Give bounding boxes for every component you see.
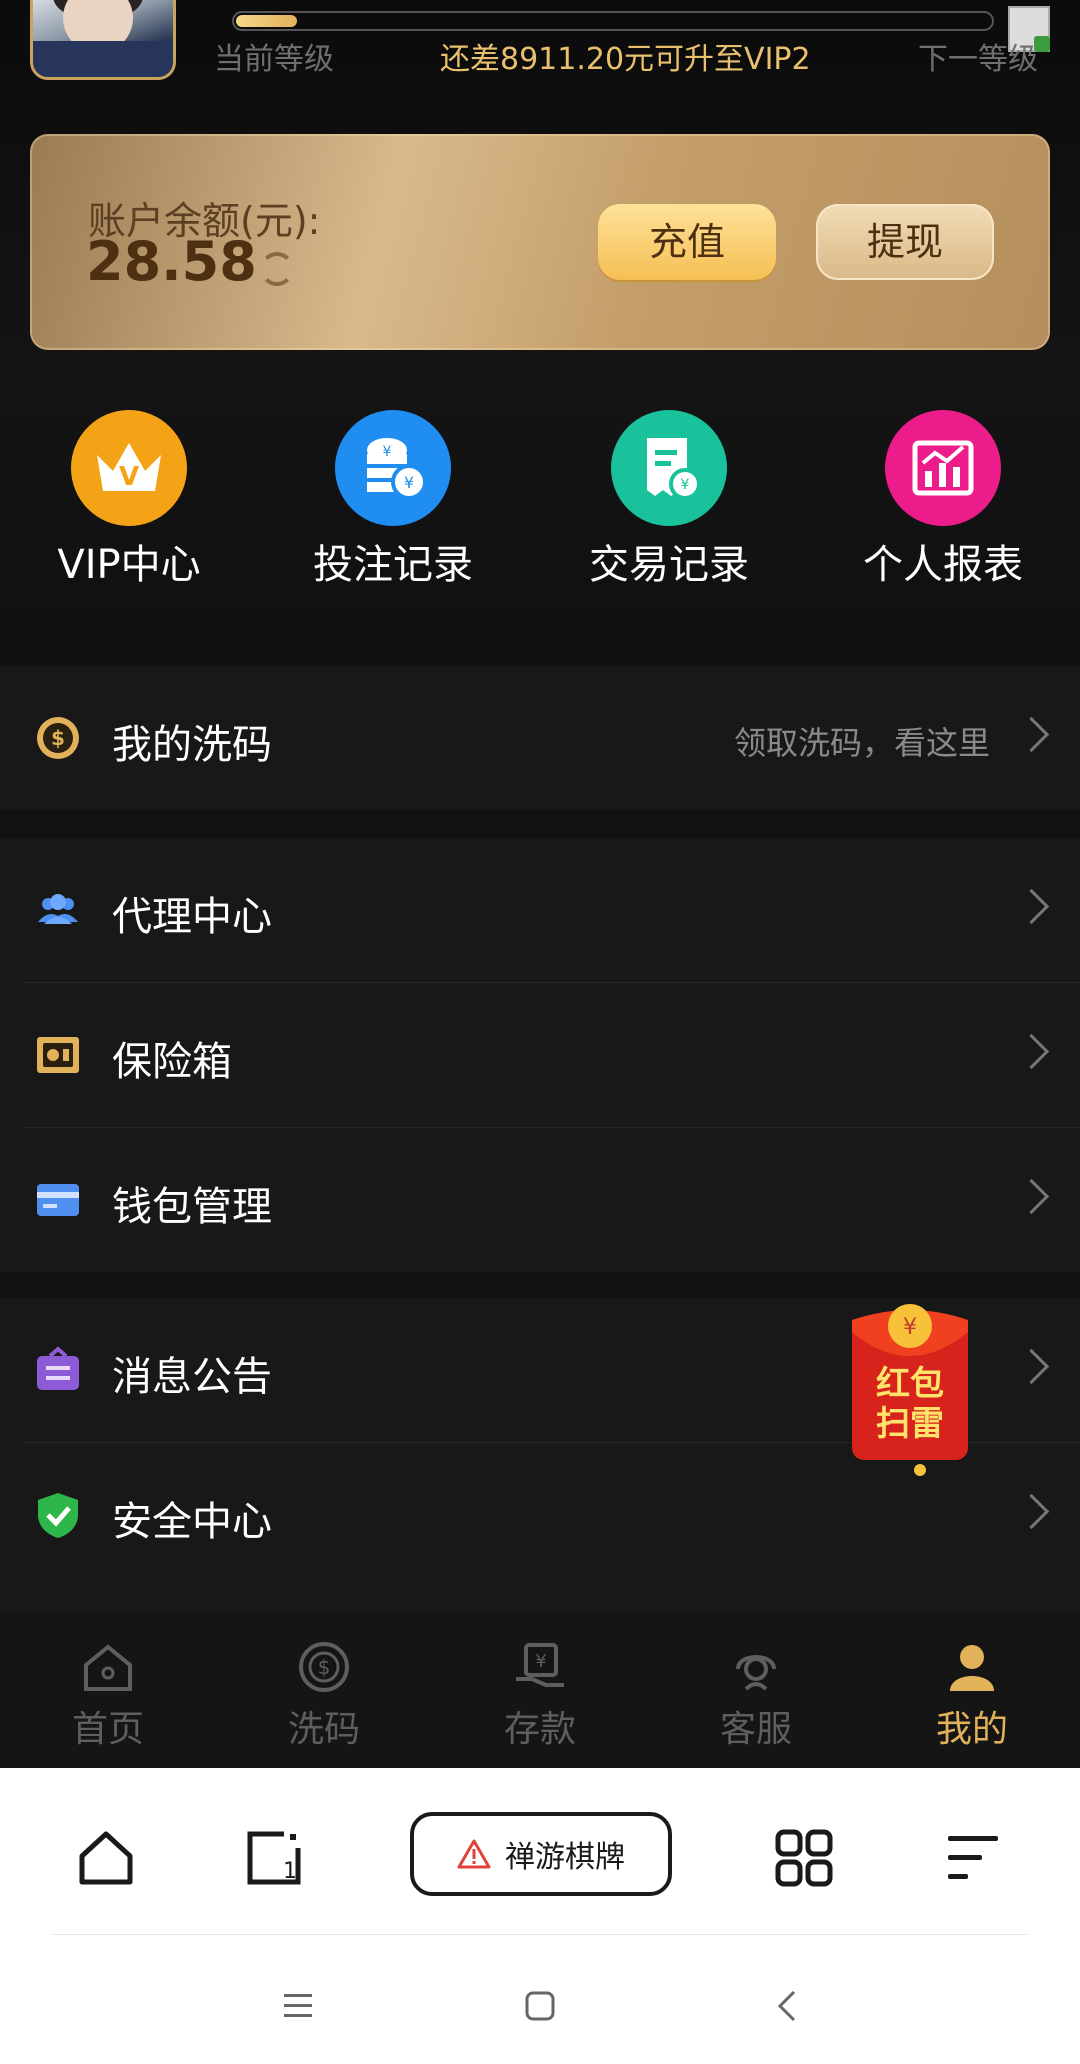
menu-item-hint: 领取洗码，看这里: [733, 724, 990, 762]
tab-support[interactable]: 客服: [676, 1638, 836, 1752]
red-packet-minesweeper-button[interactable]: ¥ 红包 扫雷: [850, 1300, 970, 1476]
deposit-icon: ¥: [516, 1643, 564, 1687]
menu-item-agent[interactable]: 代理中心: [22, 838, 1080, 983]
system-home-icon[interactable]: [522, 1988, 558, 2024]
menu-item-label: 代理中心: [112, 894, 272, 940]
tab-mine[interactable]: 我的: [892, 1638, 1052, 1752]
browser-bottom-bar: 1 禅游棋牌: [0, 1768, 1080, 2064]
menu-item-wash[interactable]: $ 我的洗码 领取洗码，看这里: [22, 666, 1080, 810]
app-screen: 当前等级 还差8911.20元可升至VIP2 下一等级 账户余额(元): 28.…: [0, 0, 1080, 1768]
shield-icon: [38, 1493, 78, 1538]
quick-link-label: VIP中心: [57, 542, 201, 588]
home-icon: [84, 1644, 132, 1691]
red-packet-line1: 红包: [876, 1364, 944, 1404]
back-icon[interactable]: [770, 1988, 806, 2024]
avatar[interactable]: [30, 0, 176, 80]
wallet-card-icon: [37, 1184, 79, 1216]
vip-progress-fill: [236, 15, 297, 27]
menu-lines-icon[interactable]: [944, 1828, 1004, 1888]
quick-link-vip[interactable]: V VIP中心: [14, 410, 244, 590]
quick-link-reports[interactable]: 个人报表: [828, 410, 1058, 590]
tab-label: 我的: [935, 1709, 1008, 1750]
quick-link-label: 个人报表: [863, 542, 1023, 588]
menu-item-label: 钱包管理: [112, 1184, 272, 1230]
menu-item-safe[interactable]: 保险箱: [22, 983, 1080, 1128]
user-icon: [950, 1645, 994, 1691]
upgrade-message: 还差8911.20元可升至VIP2: [440, 42, 811, 77]
browser-divider: [52, 1934, 1028, 1935]
warning-icon: [457, 1839, 491, 1869]
quick-link-label: 投注记录: [313, 542, 473, 588]
coin-icon: $: [37, 717, 79, 759]
receipt-icon: ¥: [611, 410, 727, 526]
tab-wash[interactable]: $ 洗码: [244, 1638, 404, 1752]
tab-label: 存款: [503, 1709, 576, 1750]
tab-label: 洗码: [287, 1709, 360, 1750]
coins-icon: ¥ ¥: [335, 410, 451, 526]
browser-home-icon[interactable]: [76, 1828, 136, 1888]
tabs-count-icon[interactable]: 1: [244, 1828, 304, 1888]
next-level-label: 下一等级: [918, 42, 1038, 77]
menu-item-label: 安全中心: [112, 1499, 272, 1545]
svg-text:¥: ¥: [535, 1651, 546, 1672]
tab-home[interactable]: 首页: [28, 1638, 188, 1752]
vip-progress-bar: [232, 11, 994, 31]
tab-label: 客服: [719, 1709, 792, 1750]
notice-bag-icon: [37, 1346, 79, 1390]
bottom-tab-bar: 首页 $ 洗码 ¥ 存款 客服 我的: [0, 1614, 1080, 1768]
chart-icon: [885, 410, 1001, 526]
refresh-icon[interactable]: [260, 252, 294, 286]
balance-card: 账户余额(元): 28.58 充值 提现: [30, 134, 1050, 350]
svg-text:¥: ¥: [681, 477, 690, 493]
site-address-pill[interactable]: 禅游棋牌: [410, 1812, 672, 1896]
balance-amount: 28.58: [86, 230, 257, 293]
tab-deposit[interactable]: ¥ 存款: [460, 1638, 620, 1752]
services-section: 代理中心 保险箱 钱包管理: [0, 838, 1080, 1272]
svg-text:¥: ¥: [383, 444, 392, 460]
people-icon: [38, 894, 78, 924]
recharge-button[interactable]: 充值: [598, 204, 776, 280]
current-level-label: 当前等级: [214, 42, 334, 77]
withdraw-button[interactable]: 提现: [816, 204, 994, 280]
chevron-right-icon: [1013, 1348, 1050, 1385]
quick-link-label: 交易记录: [589, 542, 749, 588]
menu-item-wallet[interactable]: 钱包管理: [22, 1128, 1080, 1272]
tab-label: 首页: [71, 1709, 144, 1750]
quick-link-transactions[interactable]: ¥ 交易记录: [554, 410, 784, 590]
svg-text:¥: ¥: [903, 1315, 917, 1340]
red-packet-line2: 扫雷: [876, 1404, 944, 1444]
profile-header: 当前等级 还差8911.20元可升至VIP2 下一等级 账户余额(元): 28.…: [0, 0, 1080, 662]
menu-item-label: 消息公告: [112, 1354, 272, 1400]
menu-item-label: 保险箱: [112, 1039, 232, 1085]
apps-grid-icon[interactable]: [774, 1828, 834, 1888]
svg-text:1: 1: [283, 1859, 297, 1884]
svg-text:$: $: [51, 726, 65, 750]
svg-text:V: V: [119, 462, 139, 492]
menu-item-label: 我的洗码: [112, 722, 272, 768]
crown-icon: V: [71, 410, 187, 526]
svg-text:$: $: [318, 1655, 331, 1679]
chevron-right-icon: [1013, 888, 1050, 925]
chevron-right-icon: [1013, 1178, 1050, 1215]
recent-apps-icon[interactable]: [280, 1988, 316, 2024]
safe-icon: [37, 1037, 79, 1073]
headset-icon: [736, 1655, 776, 1691]
svg-text:¥: ¥: [404, 473, 414, 492]
dollar-coin-icon: $: [299, 1642, 349, 1692]
chevron-right-icon: [1013, 1033, 1050, 1070]
chevron-right-icon: [1013, 1493, 1050, 1530]
wash-section: $ 我的洗码 领取洗码，看这里: [0, 666, 1080, 810]
chevron-right-icon: [1013, 716, 1050, 753]
site-label: 禅游棋牌: [505, 1840, 625, 1875]
quick-link-bets[interactable]: ¥ ¥ 投注记录: [278, 410, 508, 590]
